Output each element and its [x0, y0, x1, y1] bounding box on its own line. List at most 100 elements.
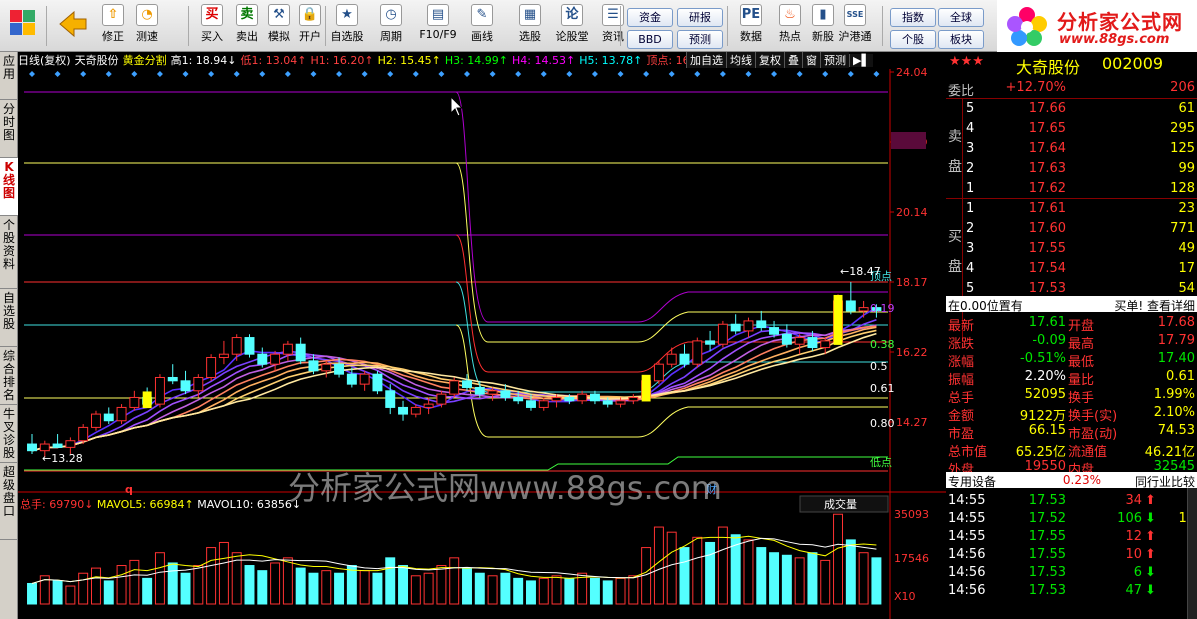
- pill-quanqiu[interactable]: 全球: [938, 8, 984, 27]
- candle: [577, 390, 588, 405]
- left-tab-3[interactable]: 个股资料: [0, 216, 18, 289]
- pill-yanbao[interactable]: 研报: [677, 8, 723, 27]
- signal-diamond: [336, 71, 343, 77]
- industry-bar[interactable]: 专用设备 0.23% 同行业比较: [946, 472, 1197, 489]
- stock-terminal-window: 资金 BBD 研报 预测 指数 个股 全球 板块 分析家公式网 www.88gs…: [0, 0, 1197, 619]
- toolbar-button-9[interactable]: ✎ 画线: [465, 4, 499, 50]
- kline-chart[interactable]: 24.0422.0920.1418.1716.2214.270.190.380.…: [18, 52, 946, 619]
- signal-diamond: [515, 71, 522, 77]
- candle-body: [653, 363, 664, 382]
- position-bar[interactable]: 在0.00位置有 买单! 查看详细: [946, 296, 1197, 313]
- volume-bar: [180, 572, 191, 605]
- candle-body: [487, 390, 498, 395]
- adjust-label[interactable]: 日线(复权): [18, 54, 71, 67]
- toolbar-button-7[interactable]: ◷ 周期: [374, 4, 408, 50]
- tick-volume: 12: [1125, 529, 1142, 544]
- candle-body: [154, 376, 165, 405]
- toolbar-button-4[interactable]: ⚒ 模拟: [262, 4, 296, 50]
- toolbar-button-10[interactable]: ▦ 选股: [513, 4, 547, 50]
- pill-zhishu[interactable]: 指数: [890, 8, 936, 27]
- pill-bbd[interactable]: BBD: [627, 30, 673, 49]
- signal-diamond: [464, 71, 470, 77]
- signal-diamond: [694, 71, 701, 77]
- volume-bar: [500, 572, 511, 605]
- pill-bankuai[interactable]: 板块: [938, 30, 984, 49]
- bid-level: 3: [966, 241, 975, 256]
- toolbar-button-5[interactable]: 🔒 开户: [293, 4, 327, 50]
- sell-icon: 卖: [236, 4, 258, 26]
- candle-body: [270, 353, 281, 365]
- indicator-name[interactable]: 黄金分割: [123, 54, 167, 67]
- left-tab-6[interactable]: 牛叉诊股: [0, 405, 18, 463]
- toolbar-button-16[interactable]: SSE 沪港通: [838, 4, 872, 50]
- candle-body: [769, 327, 780, 335]
- toolbar-button-0[interactable]: ⇧ 修正: [96, 4, 130, 50]
- left-tab-7[interactable]: 超级盘口: [0, 463, 18, 540]
- up-arrow-icon: ⇧: [102, 4, 124, 26]
- left-tab-0[interactable]: 应用: [0, 52, 18, 100]
- tick-scrollbar[interactable]: [1187, 488, 1197, 619]
- flower-logo-icon: [1007, 7, 1047, 46]
- volume-bar: [564, 577, 575, 605]
- signal-diamond: [80, 71, 87, 77]
- volume-bar: [103, 580, 114, 605]
- signal-diamond: [233, 71, 240, 77]
- candle: [218, 340, 229, 365]
- chart-tab-0[interactable]: 加自选: [686, 52, 726, 68]
- pill-yuce[interactable]: 预测: [677, 30, 723, 49]
- candle-body: [794, 337, 805, 345]
- chart-tab-2[interactable]: 复权: [755, 52, 784, 68]
- candle: [858, 300, 869, 318]
- panel-toggle-icon[interactable]: ▶▌: [849, 54, 873, 67]
- ask-price: 17.66: [1028, 101, 1066, 116]
- candle-body: [666, 353, 677, 365]
- candle-body: [436, 393, 447, 405]
- signal-diamond: [387, 71, 394, 77]
- candle: [270, 350, 281, 371]
- tick-price: 17.52: [1028, 511, 1066, 526]
- volume-bar: [334, 572, 345, 605]
- toolbar-button-3[interactable]: 卖卖出: [230, 4, 264, 50]
- chart-tab-1[interactable]: 均线: [726, 52, 755, 68]
- candle-body: [116, 406, 127, 422]
- volume-bar: [295, 567, 306, 605]
- toolbar-button-11[interactable]: 论论股堂: [555, 4, 589, 50]
- toolbar-button-2[interactable]: 买买入: [195, 4, 229, 50]
- toolbar-button-8[interactable]: ▤ F10/F9: [418, 4, 458, 50]
- candle-body: [282, 343, 293, 355]
- candle: [692, 337, 703, 368]
- chart-tab-3[interactable]: 叠: [784, 52, 802, 68]
- left-tab-4[interactable]: 自选股: [0, 289, 18, 347]
- indicator-value-5: H4: 14.53↑: [512, 54, 576, 67]
- volume-bar: [270, 562, 281, 605]
- candle-body: [244, 337, 255, 355]
- candle: [346, 367, 357, 388]
- chart-tab-4[interactable]: 窗: [802, 52, 820, 68]
- main-toolbar: 资金 BBD 研报 预测 指数 个股 全球 板块 分析家公式网 www.88gs…: [0, 0, 1197, 52]
- toolbar-button-1[interactable]: ◔ 测速: [130, 4, 164, 50]
- chart-tab-5[interactable]: 预测: [820, 52, 849, 68]
- candle-body: [180, 380, 191, 392]
- back-button[interactable]: [52, 4, 92, 50]
- tick-volume: 47: [1125, 583, 1142, 598]
- toolbar-button-15[interactable]: ▮ 新股: [806, 4, 840, 50]
- toolbar-button-14[interactable]: ♨ 热点: [773, 4, 807, 50]
- pill-zijin[interactable]: 资金: [627, 8, 673, 27]
- candle-body: [321, 363, 332, 372]
- toolbar-button-label: 热点: [779, 30, 801, 43]
- toolbar-button-label: 新股: [812, 30, 834, 43]
- left-tab-1[interactable]: 分时图: [0, 100, 18, 158]
- indicator-value-6: H5: 13.78↑: [579, 54, 643, 67]
- app-menu-icon[interactable]: [2, 4, 42, 50]
- toolbar-button-6[interactable]: ★ 自选股: [330, 4, 364, 50]
- pill-gegu[interactable]: 个股: [890, 30, 936, 49]
- toolbar-button-12[interactable]: ☰ 资讯: [596, 4, 630, 50]
- volume-caption[interactable]: 成交量: [824, 497, 857, 511]
- ask-price: 17.63: [1028, 161, 1066, 176]
- toolbar-button-13[interactable]: PE 数据: [734, 4, 768, 50]
- price-axis-label: 24.04: [896, 66, 928, 79]
- left-tab-5[interactable]: 综合排名: [0, 347, 18, 405]
- left-tab-2[interactable]: K线图: [0, 158, 18, 216]
- volume-bar: [142, 577, 153, 605]
- volume-bar: [602, 580, 613, 605]
